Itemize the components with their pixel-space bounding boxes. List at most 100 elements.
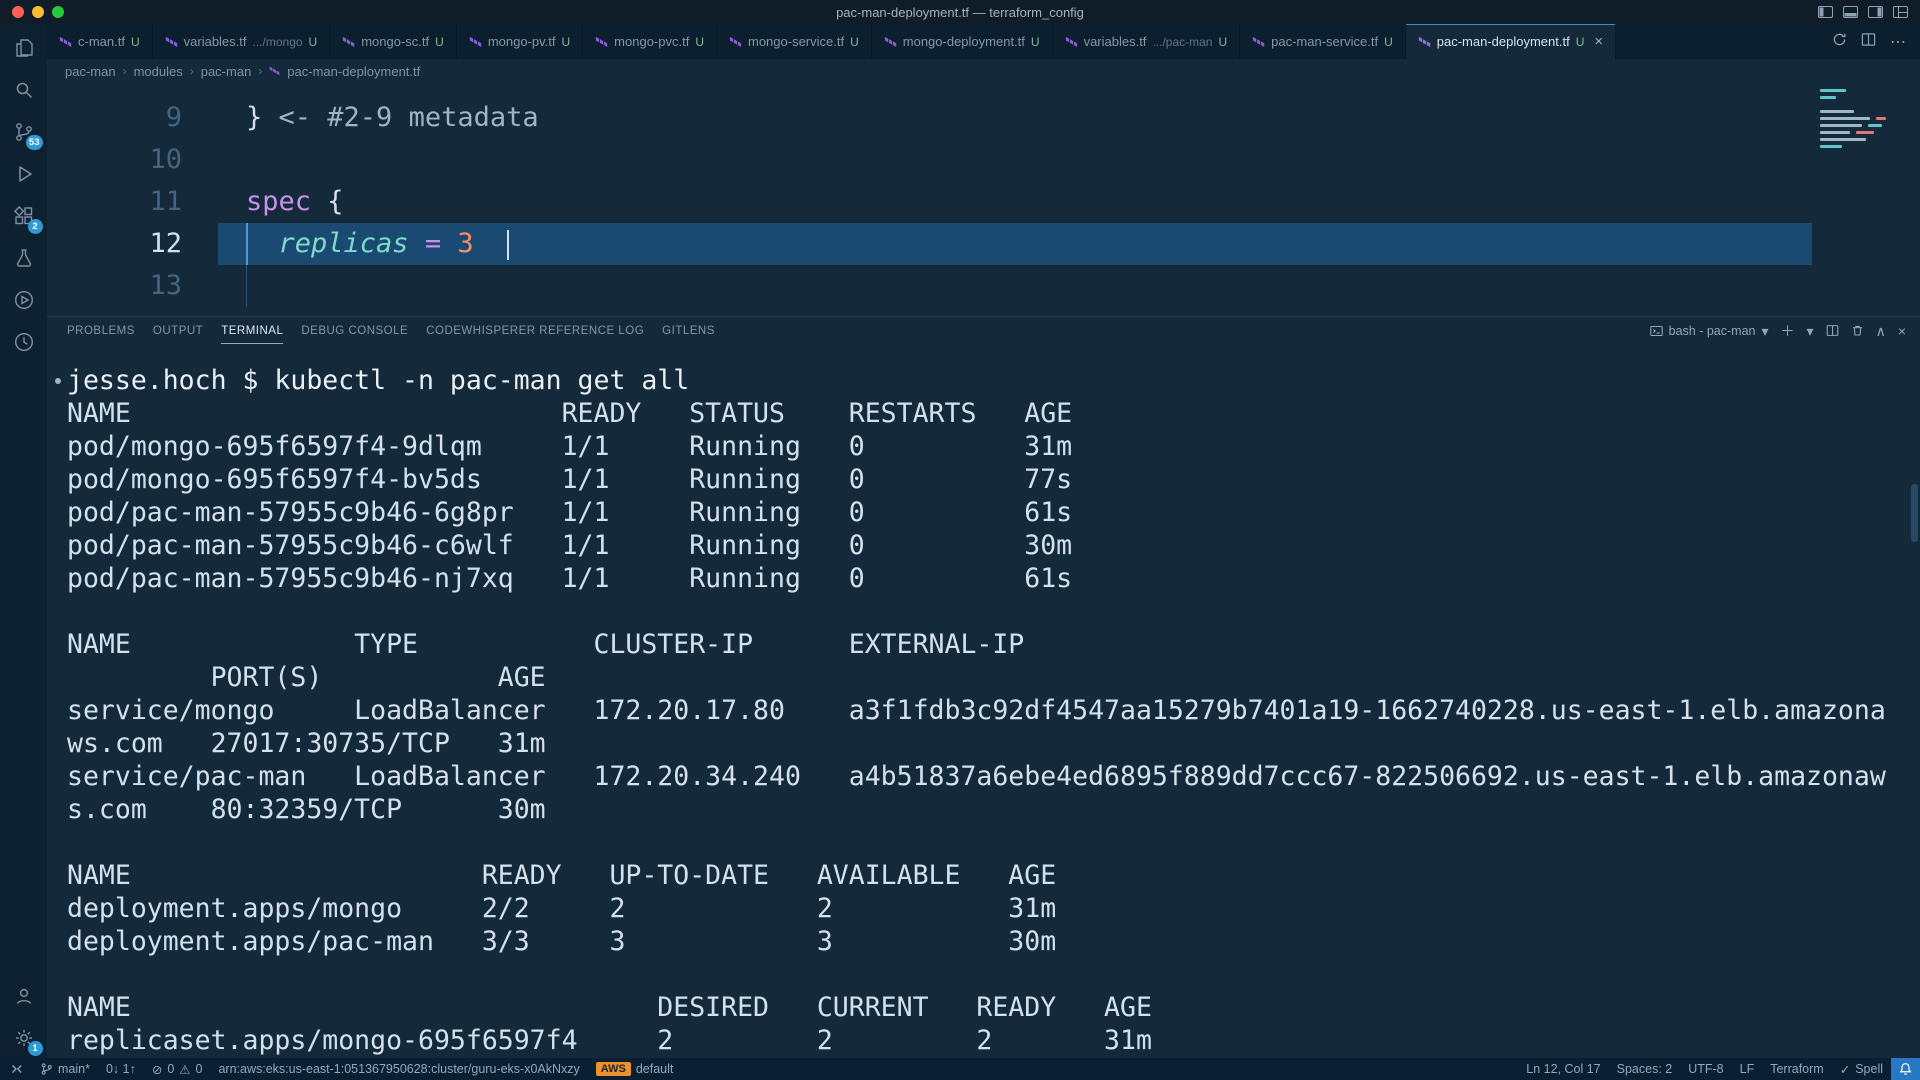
editor-actions: ⋯	[1818, 24, 1920, 59]
terminal-output[interactable]: jesse.hoch $ kubectl -n pac-man get all …	[47, 344, 1920, 1058]
history-icon[interactable]	[10, 328, 38, 356]
editor-tab-active[interactable]: pac-man-deployment.tfU×	[1406, 24, 1616, 59]
split-editor-icon[interactable]	[1861, 32, 1876, 52]
more-actions-icon[interactable]: ⋯	[1890, 32, 1906, 52]
terraform-icon	[884, 35, 897, 49]
panel-tab-codewhisperer-reference-log[interactable]: CODEWHISPERER REFERENCE LOG	[426, 317, 644, 344]
explorer-icon[interactable]	[10, 34, 38, 62]
editor-tab[interactable]: pac-man-service.tfU	[1240, 24, 1406, 59]
kill-terminal-icon[interactable]	[1851, 324, 1864, 337]
remote-indicator[interactable]	[0, 1058, 32, 1080]
testing-beaker-icon[interactable]	[10, 244, 38, 272]
aws-profile-badge[interactable]: AWSdefault	[588, 1058, 682, 1080]
terminal-line: service/mongo LoadBalancer 172.20.17.80 …	[67, 694, 1920, 727]
terraform-icon	[595, 35, 608, 49]
indent-guide	[246, 265, 247, 307]
terminal-line: pod/pac-man-57955c9b46-c6wlf 1/1 Running…	[67, 529, 1920, 562]
search-icon[interactable]	[10, 76, 38, 104]
new-terminal-icon[interactable]: ＋	[1781, 324, 1795, 338]
settings-gear-icon[interactable]: 1	[10, 1024, 38, 1052]
close-window-button[interactable]	[12, 6, 24, 18]
terraform-icon	[59, 35, 72, 49]
editor-tab[interactable]: mongo-sc.tfU	[330, 24, 457, 59]
terraform-icon	[1252, 35, 1265, 49]
indentation-status[interactable]: Spaces: 2	[1609, 1058, 1681, 1080]
terminal-icon	[1650, 325, 1663, 337]
terminal-line: replicaset.apps/mongo-695f6597f4 2 2 2 3…	[67, 1024, 1920, 1057]
toggle-sidebar-icon[interactable]	[1818, 6, 1833, 18]
terminal-line: ws.com 27017:30735/TCP 31m	[67, 727, 1920, 760]
traffic-lights	[12, 6, 64, 18]
close-panel-icon[interactable]: ×	[1898, 324, 1906, 338]
terminal-line: s.com 80:32359/TCP 30m	[67, 793, 1920, 826]
toggle-panel-icon[interactable]	[1843, 6, 1858, 18]
editor-tab[interactable]: mongo-service.tfU	[717, 24, 872, 59]
panel-tab-output[interactable]: OUTPUT	[153, 317, 203, 344]
indent-guide	[246, 223, 248, 265]
panel-tab-debug-console[interactable]: DEBUG CONSOLE	[301, 317, 408, 344]
source-control-icon[interactable]: 53	[10, 118, 38, 146]
chevron-right-icon: ›	[190, 64, 194, 78]
terminal-dropdown-icon[interactable]: ▾	[1807, 324, 1814, 338]
chevron-right-icon: ›	[258, 64, 262, 78]
cursor-position-status[interactable]: Ln 12, Col 17	[1518, 1058, 1608, 1080]
titlebar: pac-man-deployment.tf — terraform_config	[0, 0, 1920, 24]
eks-cluster-context[interactable]: arn:aws:eks:us-east-1:051367950628:clust…	[210, 1058, 587, 1080]
editor-tab[interactable]: mongo-deployment.tfU	[872, 24, 1053, 59]
breadcrumb-item[interactable]: pac-man-deployment.tf	[287, 64, 420, 79]
line-number: 13	[47, 265, 182, 307]
line-number: 11	[47, 181, 182, 223]
editor-line-10: 10	[47, 139, 1920, 181]
account-icon[interactable]	[10, 982, 38, 1010]
terminal-scrollbar[interactable]	[1911, 484, 1918, 542]
terminal-line: service/pac-man LoadBalancer 172.20.34.2…	[67, 760, 1920, 793]
minimize-window-button[interactable]	[32, 6, 44, 18]
refresh-icon[interactable]	[1832, 32, 1847, 52]
window-title: pac-man-deployment.tf — terraform_config	[0, 5, 1920, 20]
encoding-status[interactable]: UTF-8	[1680, 1058, 1731, 1080]
panel-tab-terminal[interactable]: TERMINAL	[221, 317, 283, 344]
breadcrumb-item[interactable]: pac-man	[201, 64, 252, 79]
editor-tab[interactable]: c-man.tfU	[47, 24, 153, 59]
terminal-line: pod/pac-man-57955c9b46-6g8pr 1/1 Running…	[67, 496, 1920, 529]
chevron-down-icon: ▾	[1762, 324, 1769, 338]
problems-status[interactable]: ⊘0 ⚠0	[144, 1058, 211, 1080]
breadcrumb-item[interactable]: pac-man	[65, 64, 116, 79]
sync-status[interactable]: 0↓ 1↑	[98, 1058, 144, 1080]
editor-tab[interactable]: mongo-pvc.tfU	[583, 24, 717, 59]
editor-tab[interactable]: mongo-pv.tfU	[457, 24, 583, 59]
code-editor[interactable]: 9 } <- #2-9 metadata 10 11 spec { 12 rep…	[47, 83, 1920, 316]
terminal-line: NAME READY STATUS RESTARTS AGE	[67, 397, 1920, 430]
editor-tab[interactable]: variables.tf.../pac-manU	[1053, 24, 1241, 59]
run-debug-icon[interactable]	[10, 160, 38, 188]
zoom-window-button[interactable]	[52, 6, 64, 18]
panel-tab-problems[interactable]: PROBLEMS	[67, 317, 135, 344]
editor-tab[interactable]: variables.tf.../mongoU	[153, 24, 331, 59]
customize-layout-icon[interactable]	[1893, 6, 1908, 18]
notifications-bell[interactable]	[1891, 1058, 1920, 1080]
close-tab-icon[interactable]: ×	[1594, 33, 1603, 50]
terraform-icon	[469, 35, 482, 49]
language-mode-status[interactable]: Terraform	[1762, 1058, 1831, 1080]
run-task-icon[interactable]	[10, 286, 38, 314]
editor-line-12-current: 12 replicas = 3	[47, 223, 1920, 265]
spell-checker-status[interactable]: ✓Spell	[1832, 1058, 1891, 1080]
warning-icon: ⚠	[179, 1062, 190, 1077]
line-number: 12	[47, 223, 182, 265]
terraform-icon	[1065, 35, 1078, 49]
terminal-session-select[interactable]: bash - pac-man ▾	[1650, 324, 1769, 338]
split-terminal-icon[interactable]	[1826, 324, 1839, 337]
minimap[interactable]	[1816, 83, 1920, 258]
terminal-line: NAME DESIRED CURRENT READY AGE	[67, 991, 1920, 1024]
eol-status[interactable]: LF	[1732, 1058, 1763, 1080]
maximize-panel-icon[interactable]: ∧	[1876, 324, 1886, 338]
panel-tab-gitlens[interactable]: GITLENS	[662, 317, 715, 344]
terraform-icon	[1418, 35, 1431, 49]
git-branch-status[interactable]: main*	[32, 1058, 98, 1080]
terraform-icon	[165, 35, 178, 49]
chevron-right-icon: ›	[123, 64, 127, 78]
line-number: 9	[47, 97, 182, 139]
toggle-secondary-sidebar-icon[interactable]	[1868, 6, 1883, 18]
extensions-icon[interactable]: 2	[10, 202, 38, 230]
breadcrumb-item[interactable]: modules	[134, 64, 183, 79]
